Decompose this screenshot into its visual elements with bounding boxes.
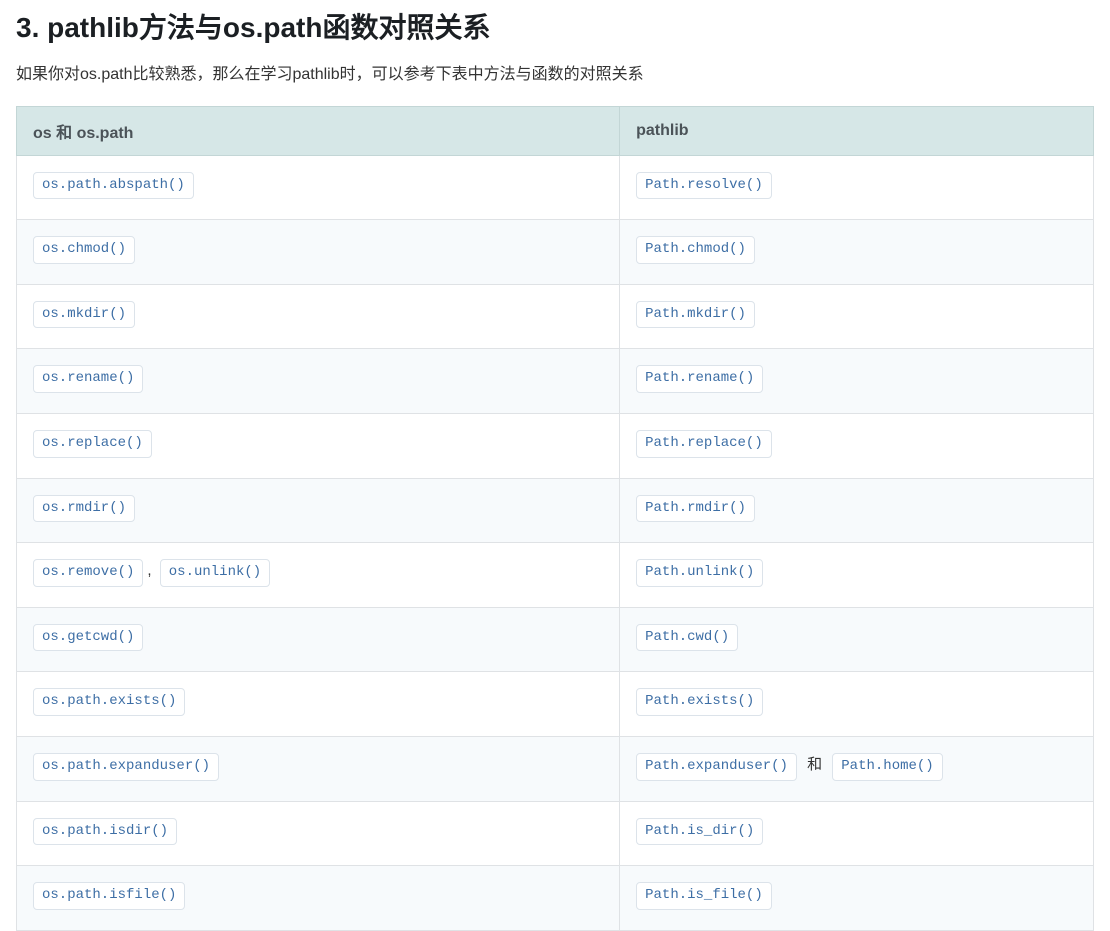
api-reference[interactable]: Path.rmdir() — [636, 495, 755, 523]
table-row: os.replace() Path.replace() — [17, 413, 1094, 478]
table-header-right: pathlib — [620, 106, 1094, 155]
api-reference[interactable]: Path.home() — [832, 753, 942, 781]
table-cell: Path.resolve() — [620, 155, 1094, 220]
table-cell: os.getcwd() — [17, 607, 620, 672]
api-reference[interactable]: os.path.isfile() — [33, 882, 185, 910]
comparison-table: os 和 os.path pathlib os.path.abspath() Pa… — [16, 106, 1094, 931]
table-cell: os.mkdir() — [17, 284, 620, 349]
table-header-left: os 和 os.path — [17, 106, 620, 155]
separator-comma: , — [147, 562, 155, 579]
table-cell: Path.expanduser() 和 Path.home() — [620, 736, 1094, 801]
section-heading: 3. pathlib方法与os.path函数对照关系 — [16, 0, 1094, 46]
api-reference[interactable]: os.rename() — [33, 365, 143, 393]
api-reference[interactable]: Path.cwd() — [636, 624, 738, 652]
table-cell: Path.rename() — [620, 349, 1094, 414]
table-row: os.chmod() Path.chmod() — [17, 220, 1094, 285]
table-cell: os.path.isdir() — [17, 801, 620, 866]
api-reference[interactable]: os.unlink() — [160, 559, 270, 587]
api-reference[interactable]: os.replace() — [33, 430, 152, 458]
table-cell: os.remove(), os.unlink() — [17, 543, 620, 608]
table-row: os.mkdir() Path.mkdir() — [17, 284, 1094, 349]
api-reference[interactable]: Path.resolve() — [636, 172, 772, 200]
table-cell: Path.mkdir() — [620, 284, 1094, 349]
api-reference[interactable]: Path.is_file() — [636, 882, 772, 910]
table-cell: Path.replace() — [620, 413, 1094, 478]
table-cell: os.replace() — [17, 413, 620, 478]
api-reference[interactable]: os.chmod() — [33, 236, 135, 264]
api-reference[interactable]: Path.exists() — [636, 688, 763, 716]
api-reference[interactable]: Path.expanduser() — [636, 753, 797, 781]
api-reference[interactable]: Path.replace() — [636, 430, 772, 458]
table-cell: Path.is_file() — [620, 866, 1094, 931]
table-cell: Path.exists() — [620, 672, 1094, 737]
api-reference[interactable]: os.path.exists() — [33, 688, 185, 716]
table-cell: os.rename() — [17, 349, 620, 414]
api-reference[interactable]: os.getcwd() — [33, 624, 143, 652]
table-cell: Path.cwd() — [620, 607, 1094, 672]
api-reference[interactable]: Path.mkdir() — [636, 301, 755, 329]
table-cell: os.path.exists() — [17, 672, 620, 737]
conj-and: 和 — [803, 756, 826, 773]
table-cell: Path.chmod() — [620, 220, 1094, 285]
api-reference[interactable]: os.path.isdir() — [33, 818, 177, 846]
table-cell: Path.unlink() — [620, 543, 1094, 608]
table-row: os.path.isdir() Path.is_dir() — [17, 801, 1094, 866]
table-row: os.remove(), os.unlink() Path.unlink() — [17, 543, 1094, 608]
table-row: os.path.isfile() Path.is_file() — [17, 866, 1094, 931]
table-row: os.rename() Path.rename() — [17, 349, 1094, 414]
table-row: os.getcwd() Path.cwd() — [17, 607, 1094, 672]
api-reference[interactable]: os.rmdir() — [33, 495, 135, 523]
table-row: os.path.expanduser() Path.expanduser() 和 … — [17, 736, 1094, 801]
api-reference[interactable]: Path.rename() — [636, 365, 763, 393]
api-reference[interactable]: Path.is_dir() — [636, 818, 763, 846]
table-row: os.rmdir() Path.rmdir() — [17, 478, 1094, 543]
api-reference[interactable]: os.path.abspath() — [33, 172, 194, 200]
api-reference[interactable]: Path.unlink() — [636, 559, 763, 587]
table-cell: os.rmdir() — [17, 478, 620, 543]
table-cell: os.path.abspath() — [17, 155, 620, 220]
table-cell: os.path.expanduser() — [17, 736, 620, 801]
table-row: os.path.abspath() Path.resolve() — [17, 155, 1094, 220]
table-cell: os.chmod() — [17, 220, 620, 285]
api-reference[interactable]: Path.chmod() — [636, 236, 755, 264]
table-cell: Path.is_dir() — [620, 801, 1094, 866]
api-reference[interactable]: os.remove() — [33, 559, 143, 587]
table-cell: os.path.isfile() — [17, 866, 620, 931]
intro-paragraph: 如果你对os.path比较熟悉，那么在学习pathlib时，可以参考下表中方法与… — [16, 62, 1094, 88]
table-cell: Path.rmdir() — [620, 478, 1094, 543]
api-reference[interactable]: os.path.expanduser() — [33, 753, 219, 781]
api-reference[interactable]: os.mkdir() — [33, 301, 135, 329]
table-row: os.path.exists() Path.exists() — [17, 672, 1094, 737]
